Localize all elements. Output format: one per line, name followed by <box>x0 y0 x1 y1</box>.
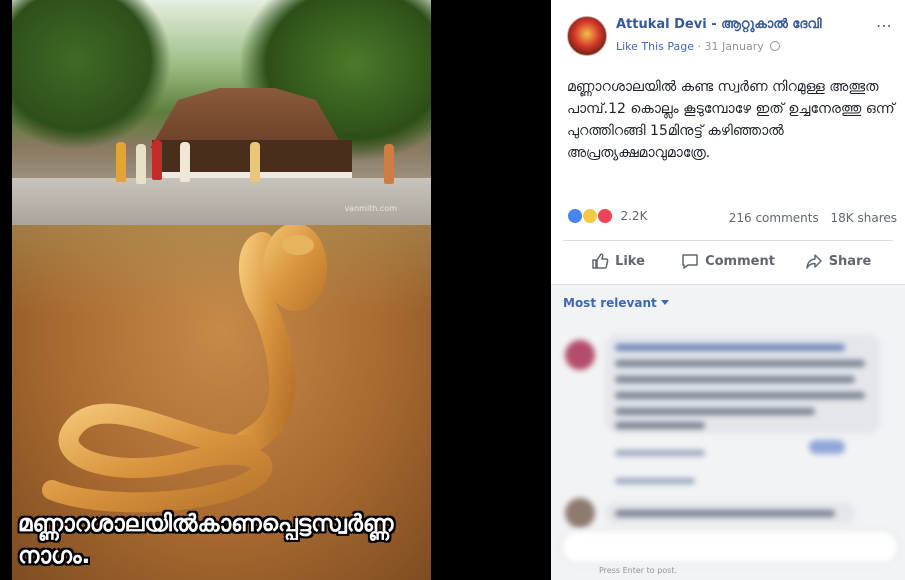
thumbs-up-icon <box>592 253 609 269</box>
comment-text-line <box>615 376 855 383</box>
post-header: Attukal Devi - ആറ്റുകാൽ ദേവി Like This P… <box>551 0 905 60</box>
post-text: മണ്ണാറശാലയിൽ കണ്ട സ്വർണ നിറമുള്ള അത്ഭുത … <box>567 79 895 161</box>
comment-avatar[interactable] <box>565 340 595 370</box>
love-reaction-icon <box>596 208 613 224</box>
comment-button[interactable]: Comment <box>673 244 783 278</box>
devotee-figure <box>136 144 146 184</box>
share-button[interactable]: Share <box>783 244 893 278</box>
reactions-count: 2.2K <box>620 209 648 223</box>
comments-count-link[interactable]: 216 comments <box>729 211 819 225</box>
comment-reaction-icons <box>809 440 845 454</box>
like-button-label: Like <box>615 253 645 269</box>
composer-hint: Press Enter to post. <box>599 566 678 575</box>
comment-text-line <box>615 408 815 415</box>
post-date[interactable]: 31 January <box>705 40 764 53</box>
comment-text-line <box>615 510 835 517</box>
haha-reaction-icon <box>581 208 598 224</box>
post-panel: Attukal Devi - ആറ്റുകാൽ ദേവി Like This P… <box>551 0 905 580</box>
trees-left <box>12 0 172 150</box>
devotee-figure <box>250 142 260 182</box>
shares-count-link[interactable]: 18K shares <box>831 211 897 225</box>
photo-watermark: vanmith.com <box>344 204 397 213</box>
sort-label: Most relevant <box>563 296 657 310</box>
page-name-link[interactable]: Attukal Devi - ആറ്റുകാൽ ദേവി <box>616 17 822 32</box>
globe-icon <box>770 41 781 51</box>
comment-avatar[interactable] <box>565 498 595 528</box>
post-actions: Like Comment Share <box>563 244 893 278</box>
like-reaction-icon <box>567 208 583 224</box>
like-page-link[interactable]: Like This Page <box>616 40 694 53</box>
chevron-down-icon <box>660 300 669 305</box>
temple-scene: vanmith.com <box>12 0 431 225</box>
devotee-figure <box>152 140 162 180</box>
comment-icon <box>682 254 698 269</box>
like-button[interactable]: Like <box>563 244 673 278</box>
sort-comments-dropdown[interactable]: Most relevant <box>563 296 669 310</box>
post-photo[interactable]: vanmith.com മണ്ണാറശാലയിൽകാണപ്പെട്ടസ്വർണ്… <box>12 0 431 580</box>
meta-separator: · <box>697 40 702 53</box>
devotee-figure <box>180 142 190 182</box>
comment-text-line <box>615 344 845 351</box>
more-options-icon[interactable]: ⋯ <box>876 16 893 35</box>
view-replies-link[interactable] <box>615 478 695 484</box>
comment-text-line <box>615 360 865 367</box>
devotee-figure <box>384 144 394 184</box>
photo-caption: മണ്ണാറശാലയിൽകാണപ്പെട്ടസ്വർണ്ണ നാഗം. <box>18 511 394 569</box>
post-stats: 2.2K 216 comments 18K shares <box>567 208 897 228</box>
temple-courtyard <box>12 178 431 225</box>
comment-composer[interactable] <box>561 530 899 564</box>
comment-actions[interactable] <box>615 450 705 456</box>
golden-cobra <box>42 225 327 513</box>
devotee-figure <box>116 142 126 182</box>
share-button-label: Share <box>828 253 872 269</box>
comment-text-line <box>615 392 865 399</box>
comment-text-line <box>615 422 705 429</box>
post-meta: Like This Page · 31 January <box>616 40 781 53</box>
divider <box>563 240 893 241</box>
screen: vanmith.com മണ്ണാറശാലയിൽകാണപ്പെട്ടസ്വർണ്… <box>0 0 905 580</box>
reactions-summary[interactable]: 2.2K <box>567 208 648 224</box>
page-avatar[interactable] <box>567 16 607 56</box>
share-icon <box>805 254 822 269</box>
comment-button-label: Comment <box>705 253 775 269</box>
